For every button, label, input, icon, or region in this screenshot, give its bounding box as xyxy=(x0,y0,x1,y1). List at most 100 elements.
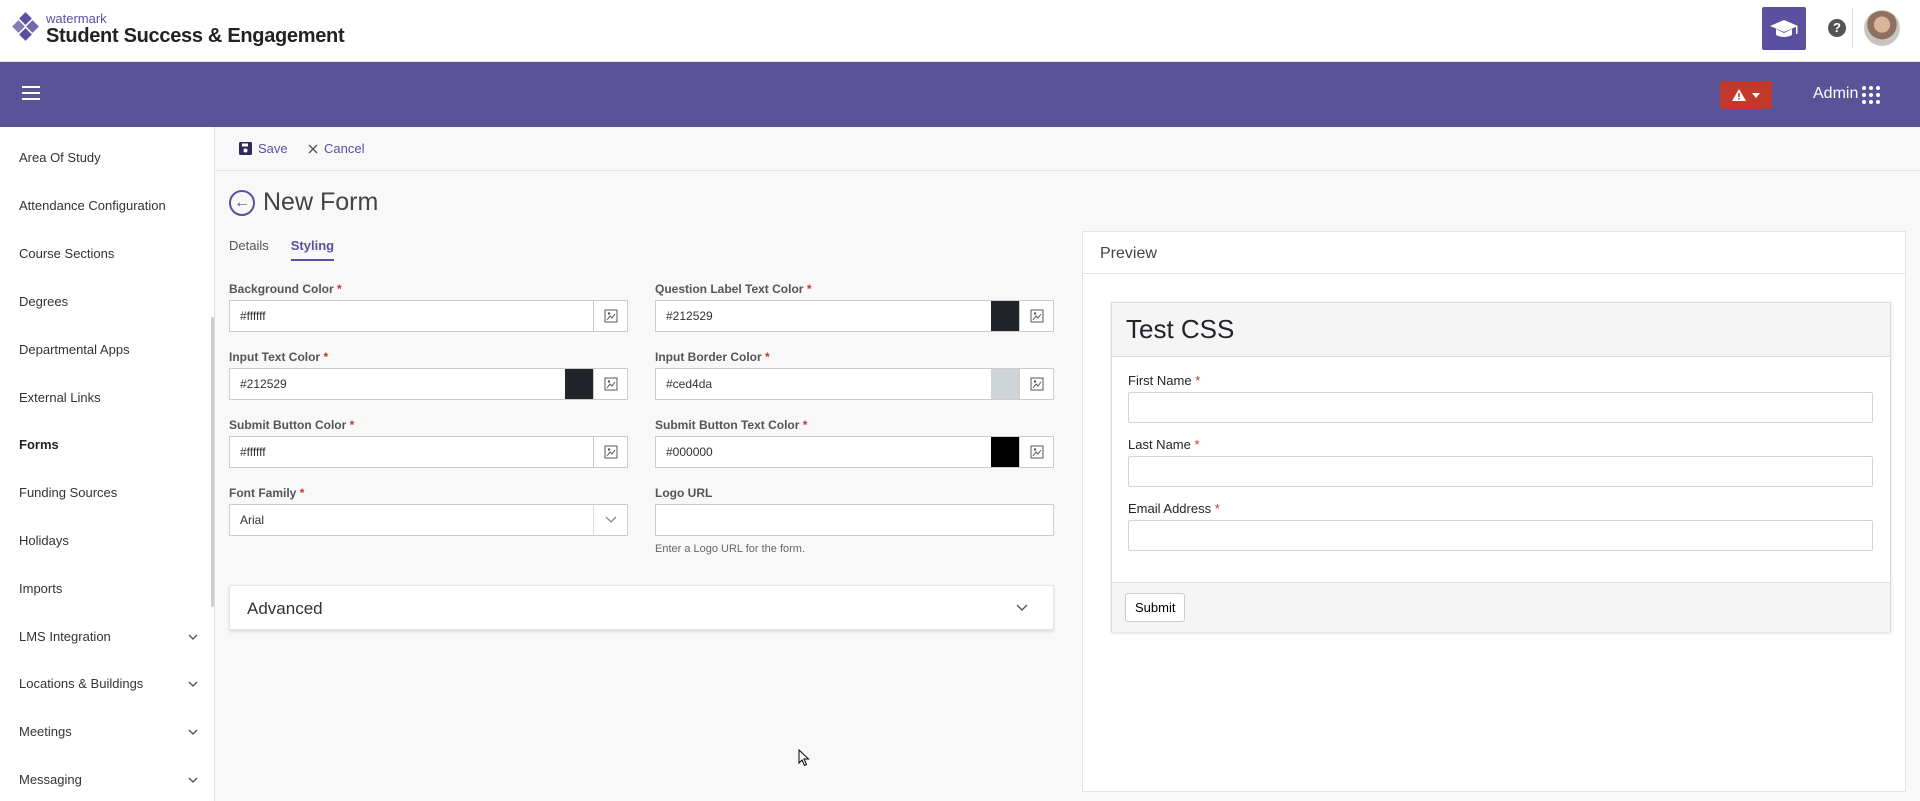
sidebar-item-degrees[interactable]: Degrees xyxy=(19,294,199,309)
required-mark: * xyxy=(1195,373,1201,388)
required-mark: * xyxy=(349,418,355,432)
chevron-down-icon[interactable] xyxy=(593,505,627,535)
sidebar-item-imports[interactable]: Imports xyxy=(19,581,199,596)
preview-field-label: First Name * xyxy=(1128,373,1200,388)
color-picker-icon xyxy=(604,309,617,323)
save-label: Save xyxy=(258,141,288,156)
email-address-input[interactable] xyxy=(1128,520,1873,551)
input-border-color-input[interactable]: #ced4da xyxy=(656,369,991,399)
color-picker-icon xyxy=(1030,377,1043,391)
sidebar-item-departmental-apps[interactable]: Departmental Apps xyxy=(19,342,199,357)
avatar[interactable] xyxy=(1864,10,1900,46)
preview-panel: Preview Test CSS First Name * Last Name … xyxy=(1082,231,1906,792)
mouse-cursor-icon xyxy=(798,749,810,767)
advanced-title: Advanced xyxy=(247,599,323,618)
caret-down-icon xyxy=(1752,92,1760,98)
page-header: ← New Form xyxy=(229,188,378,217)
save-button[interactable]: Save xyxy=(239,141,288,156)
preview-form: Test CSS First Name * Last Name * Email … xyxy=(1111,302,1891,632)
sidebar-item-forms[interactable]: Forms xyxy=(19,437,199,452)
input-text-color-field: Input Text Color * #212529 xyxy=(229,350,628,400)
main-navbar: Admin xyxy=(0,62,1920,127)
apps-grid-icon[interactable] xyxy=(1862,86,1880,104)
sidebar-item-holidays[interactable]: Holidays xyxy=(19,533,199,548)
submit-button[interactable]: Submit xyxy=(1125,593,1186,622)
color-picker-button[interactable] xyxy=(1019,437,1053,467)
hamburger-menu-icon[interactable] xyxy=(22,86,40,100)
brand-title: Student Success & Engagement xyxy=(46,25,345,47)
font-family-label: Font Family xyxy=(229,486,297,500)
advanced-accordion[interactable]: Advanced xyxy=(229,585,1054,630)
background-color-input[interactable]: #ffffff xyxy=(230,301,565,331)
required-mark: * xyxy=(1194,437,1200,452)
chevron-down-icon[interactable] xyxy=(188,632,198,642)
sidebar-item-external-links[interactable]: External Links xyxy=(19,390,199,405)
chevron-down-icon[interactable] xyxy=(188,679,198,689)
sidebar-item-lms-integration[interactable]: LMS Integration xyxy=(19,629,199,644)
tab-styling[interactable]: Styling xyxy=(290,238,335,261)
alert-dropdown-button[interactable] xyxy=(1720,81,1772,109)
logo-url-input[interactable] xyxy=(656,505,1053,535)
tab-details[interactable]: Details xyxy=(229,238,269,261)
preview-form-title: Test CSS xyxy=(1112,303,1890,357)
submit-button-text-color-input[interactable]: #000000 xyxy=(656,437,991,467)
cancel-button[interactable]: Cancel xyxy=(308,141,364,156)
question-label-text-color-input[interactable]: #212529 xyxy=(656,301,991,331)
first-name-input[interactable] xyxy=(1128,392,1873,423)
preview-form-footer: Submit xyxy=(1112,582,1890,632)
watermark-logo-icon xyxy=(12,12,40,44)
input-border-color-field: Input Border Color * #ced4da xyxy=(655,350,1054,400)
sidebar-scrollbar[interactable] xyxy=(211,317,214,607)
sidebar-item-locations-buildings[interactable]: Locations & Buildings xyxy=(19,676,199,691)
required-mark: * xyxy=(1214,501,1220,516)
input-text-color-input[interactable]: #212529 xyxy=(230,369,565,399)
font-family-field: Font Family * Arial xyxy=(229,486,628,536)
submit-button-text-color-label: Submit Button Text Color xyxy=(655,418,800,432)
chevron-down-icon[interactable] xyxy=(188,727,198,737)
question-label-text-color-field: Question Label Text Color * #212529 xyxy=(655,282,1054,332)
last-name-input[interactable] xyxy=(1128,456,1873,487)
required-mark: * xyxy=(765,350,770,364)
input-text-color-swatch xyxy=(565,369,593,399)
back-arrow-icon[interactable]: ← xyxy=(229,189,255,216)
sidebar-item-attendance-configuration[interactable]: Attendance Configuration xyxy=(19,198,199,213)
graduation-cap-icon xyxy=(1770,19,1798,37)
background-color-field: Background Color * #ffffff xyxy=(229,282,628,332)
submit-button-color-input[interactable]: #ffffff xyxy=(230,437,565,467)
help-icon[interactable]: ? xyxy=(1828,19,1846,37)
warning-icon xyxy=(1732,89,1746,101)
preview-field-label: Email Address * xyxy=(1128,501,1220,516)
last-name-label: Last Name xyxy=(1128,437,1191,452)
color-picker-button[interactable] xyxy=(593,301,627,331)
font-family-value: Arial xyxy=(240,513,265,527)
color-picker-icon xyxy=(1030,445,1043,459)
color-picker-button[interactable] xyxy=(1019,301,1053,331)
submit-button-text-color-swatch xyxy=(991,437,1019,467)
preview-field-label: Last Name * xyxy=(1128,437,1200,452)
color-picker-icon xyxy=(1030,309,1043,323)
sidebar-item-area-of-study[interactable]: Area Of Study xyxy=(19,150,199,165)
color-picker-button[interactable] xyxy=(593,437,627,467)
required-mark: * xyxy=(802,418,808,432)
admin-label[interactable]: Admin xyxy=(1813,85,1858,103)
brand-logo[interactable]: watermark Student Success & Engagement xyxy=(12,12,345,47)
logo-url-label: Logo URL xyxy=(655,486,713,500)
submit-button-color-label: Submit Button Color xyxy=(229,418,347,432)
sidebar-item-funding-sources[interactable]: Funding Sources xyxy=(19,485,199,500)
chevron-down-icon[interactable] xyxy=(188,775,198,785)
submit-button-text-color-field: Submit Button Text Color * #000000 xyxy=(655,418,1054,468)
required-mark: * xyxy=(299,486,305,500)
color-picker-button[interactable] xyxy=(593,369,627,399)
submit-button-color-swatch xyxy=(565,437,593,467)
color-picker-button[interactable] xyxy=(1019,369,1053,399)
required-mark: * xyxy=(337,282,342,296)
top-header: watermark Student Success & Engagement ? xyxy=(0,0,1920,62)
required-mark: * xyxy=(323,350,329,364)
sidebar-item-meetings[interactable]: Meetings xyxy=(19,724,199,739)
graduation-cap-button[interactable] xyxy=(1762,7,1806,50)
font-family-select[interactable]: Arial xyxy=(229,504,628,536)
question-label-text-color-swatch xyxy=(991,301,1019,331)
sidebar-item-messaging[interactable]: Messaging xyxy=(19,772,199,787)
logo-url-helper: Enter a Logo URL for the form. xyxy=(655,543,805,555)
sidebar-item-course-sections[interactable]: Course Sections xyxy=(19,246,199,261)
